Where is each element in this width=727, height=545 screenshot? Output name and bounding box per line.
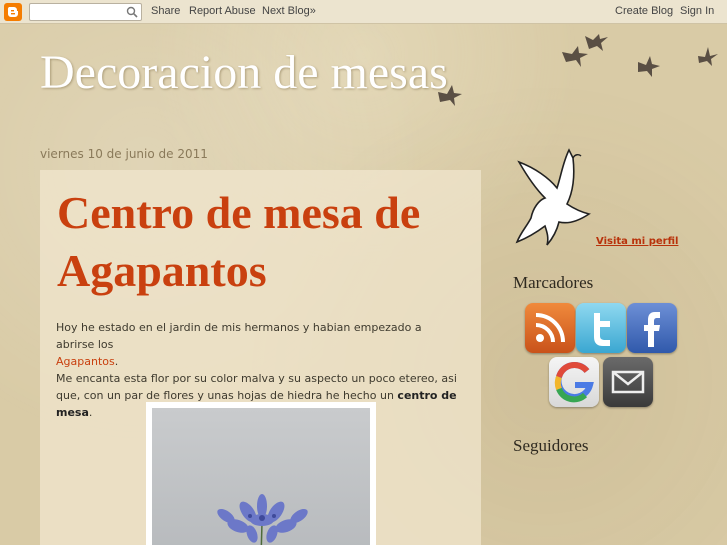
agapanthus-photo[interactable] bbox=[152, 408, 370, 545]
create-blog-link[interactable]: Create Blog bbox=[615, 5, 673, 17]
post-paragraph-1: Hoy he estado en el jardin de mis herman… bbox=[56, 321, 422, 351]
post-period-1: . bbox=[114, 355, 119, 368]
dove-profile-icon[interactable] bbox=[513, 148, 595, 246]
facebook-icon[interactable] bbox=[627, 303, 677, 353]
report-abuse-link[interactable]: Report Abuse bbox=[189, 5, 256, 17]
search-icon[interactable] bbox=[126, 6, 138, 18]
twitter-icon[interactable] bbox=[576, 303, 626, 353]
google-icon[interactable] bbox=[549, 357, 599, 407]
share-link[interactable]: Share bbox=[151, 5, 180, 17]
next-blog-link[interactable]: Next Blog» bbox=[262, 5, 316, 17]
post-photo-frame[interactable] bbox=[146, 402, 376, 545]
email-icon[interactable] bbox=[603, 357, 653, 407]
blogger-navbar: Share Report Abuse Next Blog» Create Blo… bbox=[0, 0, 727, 24]
post-date: viernes 10 de junio de 2011 bbox=[40, 147, 208, 161]
blog-title[interactable]: Decoracion de mesas bbox=[40, 45, 448, 100]
bookmarks-heading: Marcadores bbox=[513, 273, 594, 292]
agapantos-link[interactable]: Agapantos bbox=[56, 355, 115, 368]
blog-post: Centro de mesa de Agapantos Hoy he estad… bbox=[40, 170, 481, 545]
profile-link[interactable]: Visita mi perfil bbox=[596, 236, 678, 247]
rss-icon[interactable] bbox=[525, 303, 575, 353]
post-title[interactable]: Centro de mesa de Agapantos bbox=[57, 184, 477, 300]
birds-decoration-icon bbox=[438, 34, 718, 106]
blogger-logo-icon[interactable] bbox=[4, 3, 22, 21]
followers-heading: Seguidores bbox=[513, 436, 589, 455]
search-input[interactable] bbox=[29, 3, 142, 21]
post-period-2: . bbox=[88, 406, 93, 419]
sign-in-link[interactable]: Sign In bbox=[680, 5, 714, 17]
agapanthus-flower-icon bbox=[217, 494, 308, 545]
